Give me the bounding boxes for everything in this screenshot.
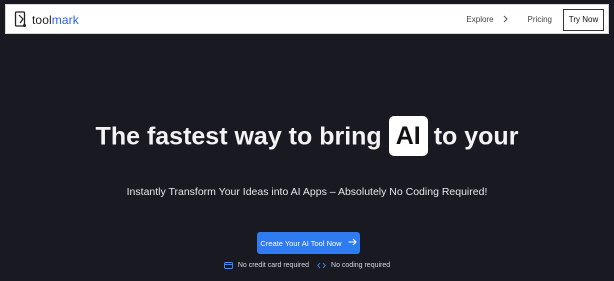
badge-label: No coding required [331, 262, 391, 269]
brand-name-prefix: tool [32, 13, 52, 27]
brand-logo[interactable]: toolmark [14, 10, 79, 30]
headline-before: The fastest way to bring [95, 122, 382, 151]
try-now-button[interactable]: Try Now [563, 8, 604, 31]
hero-subheadline: Instantly Transform Your Ideas into AI A… [126, 186, 488, 198]
arrow-right-icon [348, 238, 357, 249]
cta-label: Create Your AI Tool Now [260, 238, 342, 248]
create-ai-tool-button[interactable]: Create Your AI Tool Now [257, 232, 360, 254]
feature-badges: No credit card required No coding requir… [0, 262, 614, 269]
badge-label: No credit card required [237, 262, 310, 269]
nav-links: Explore Pricing Try Now [466, 8, 604, 31]
credit-card-icon [223, 262, 233, 269]
hero-headline: The fastest way to bring AI to your [0, 113, 614, 158]
nav-pricing[interactable]: Pricing [528, 15, 552, 24]
headline-after: to your [433, 122, 519, 151]
brand-name-suffix: mark [51, 13, 79, 27]
nav-explore-label: Explore [466, 15, 494, 24]
chevron-right-icon [503, 15, 508, 25]
badge-no-credit-card: No credit card required [223, 262, 310, 269]
logo-icon [14, 11, 28, 29]
badge-no-coding: No coding required [317, 262, 390, 269]
nav-explore[interactable]: Explore [466, 15, 508, 25]
headline-ai-chip: AI [388, 116, 428, 157]
top-navbar: toolmark Explore Pricing Try Now [5, 4, 609, 34]
code-icon [317, 262, 326, 269]
brand-name: toolmark [32, 13, 79, 27]
